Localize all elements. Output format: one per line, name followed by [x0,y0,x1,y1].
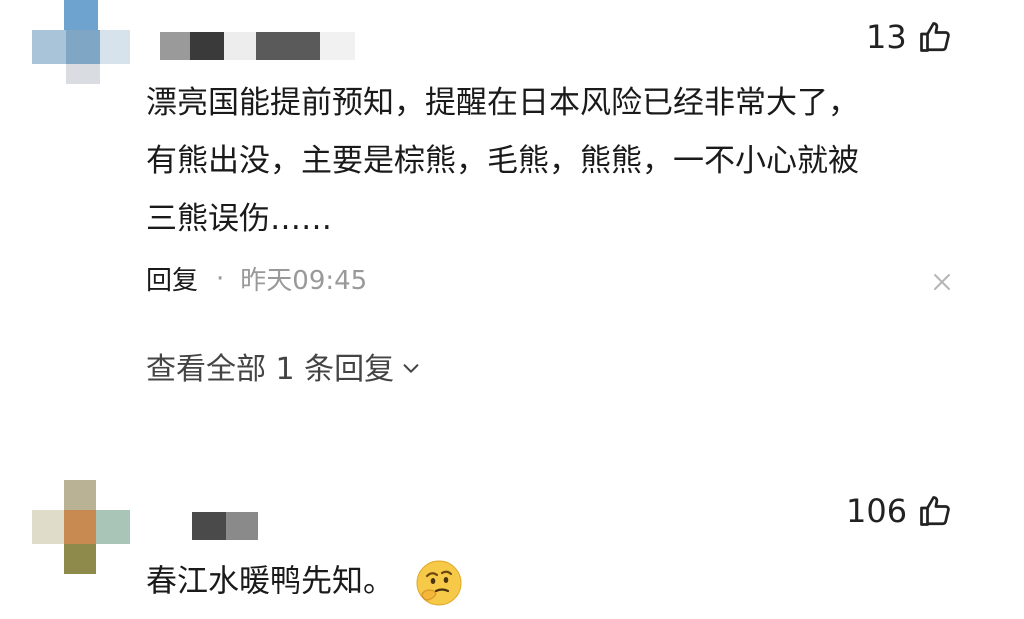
like-button[interactable]: 106 [846,492,953,530]
username[interactable] [160,32,355,60]
like-count: 13 [866,18,907,56]
chevron-down-icon [403,364,419,373]
comment-line: 有熊出没，主要是棕熊，毛熊，熊熊，一不小心就被 [146,143,859,179]
separator-dot: · [216,263,225,294]
thumbs-up-icon [919,22,950,52]
username[interactable] [192,512,258,540]
view-all-replies-button[interactable]: 查看全部 1 条回复 [146,344,422,388]
like-count: 106 [846,492,908,530]
comment-line: 春江水暖鸭先知。 [146,563,394,600]
view-all-replies-label: 查看全部 1 条回复 [146,352,395,387]
reply-button[interactable]: 回复 [146,260,198,297]
avatar[interactable] [32,480,132,580]
comment-text: 春江水暖鸭先知。 [146,558,464,608]
comment-line: 三熊误伤…… [146,201,332,237]
avatar[interactable] [32,0,132,100]
thumbs-up-icon [920,496,950,526]
comment-text: 漂亮国能提前预知，提醒在日本风险已经非常大了， 有熊出没，主要是棕熊，毛熊，熊熊… [146,80,859,242]
comment-meta: 回复 · 昨天09:45 [146,260,367,297]
like-button[interactable]: 13 [866,18,953,56]
close-icon[interactable] [930,270,954,294]
comment-line: 漂亮国能提前预知，提醒在日本风险已经非常大了， [146,85,859,121]
thinking-face-emoji-icon [416,560,462,606]
timestamp: 昨天09:45 [240,266,368,296]
